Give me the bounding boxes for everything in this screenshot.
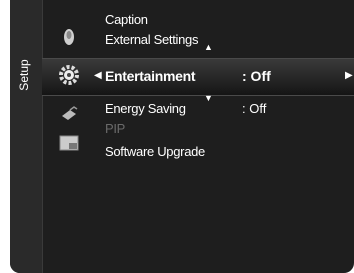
chevron-left-icon[interactable]: ◀	[94, 70, 102, 81]
category-icons	[46, 0, 90, 273]
menu-item-energy-saving[interactable]: Energy Saving	[105, 101, 186, 116]
category-label: Setup	[17, 59, 31, 91]
entertainment-value: : Off	[242, 68, 271, 84]
tv-osd-menu: Setup ▲ Caption External Settings ◀ Ente…	[10, 0, 354, 273]
menu-item-software-upgrade[interactable]: Software Upgrade	[105, 144, 205, 159]
pip-icon[interactable]	[58, 133, 80, 155]
energy-saving-value: : Off	[242, 101, 267, 116]
menu-item-entertainment[interactable]: Entertainment	[105, 68, 196, 84]
picture-icon[interactable]	[58, 26, 80, 48]
menu-item-external-settings[interactable]: External Settings	[105, 32, 198, 47]
scroll-up-icon: ▲	[204, 42, 213, 52]
scroll-down-icon: ▼	[204, 93, 213, 103]
chevron-right-icon[interactable]: ▶	[345, 70, 353, 81]
category-sidebar: Setup	[10, 0, 43, 273]
menu-item-caption[interactable]: Caption	[105, 12, 148, 27]
setup-gear-icon[interactable]	[58, 64, 80, 86]
menu-item-pip: PIP	[105, 121, 126, 136]
satellite-icon[interactable]	[58, 104, 80, 126]
